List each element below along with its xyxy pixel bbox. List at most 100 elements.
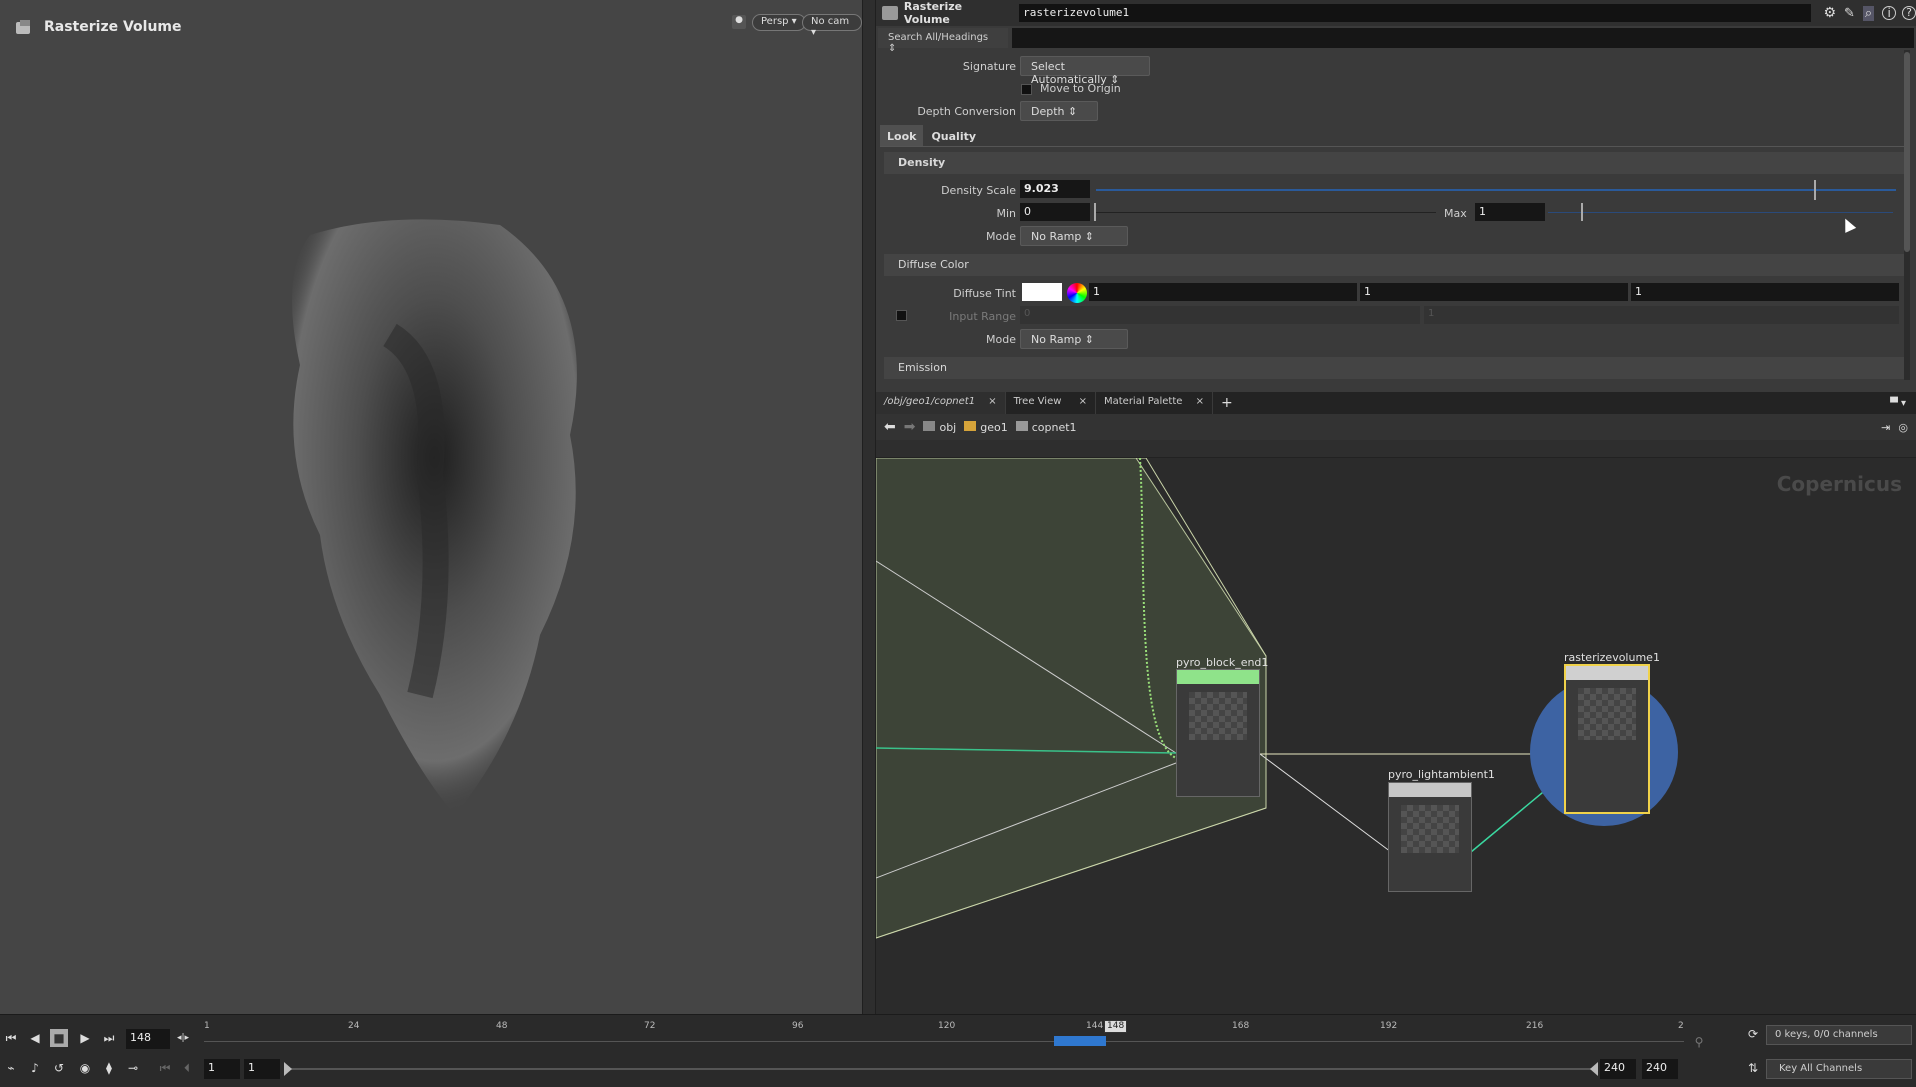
range-start-icon[interactable]: ⏮ xyxy=(156,1059,174,1077)
depth-conversion-dropdown[interactable]: Depth ⇕ xyxy=(1020,101,1098,121)
scene-viewport[interactable]: Rasterize Volume ● Persp ▾ No cam ▾ xyxy=(0,0,862,1014)
stop-icon[interactable]: ■ xyxy=(50,1029,68,1047)
key-tools-icon[interactable]: ⚲ xyxy=(1690,1033,1708,1051)
pin-icon[interactable]: ⇥ xyxy=(1881,421,1890,434)
close-icon[interactable]: × xyxy=(988,396,996,407)
diffuse-tint-b-field[interactable]: 1 xyxy=(1631,283,1899,301)
key-all-channels-button[interactable]: Key All Channels xyxy=(1766,1059,1912,1079)
pane-splitter[interactable] xyxy=(862,0,876,1014)
gear-icon[interactable]: ⚙ xyxy=(1823,5,1836,21)
tab-copnet-path[interactable]: /obj/geo1/copnet1 × xyxy=(876,392,1006,414)
add-tab-icon[interactable]: + xyxy=(1221,395,1233,411)
persp-dropdown[interactable]: Persp ▾ xyxy=(752,14,806,31)
node-rasterizevolume[interactable] xyxy=(1564,664,1650,814)
timeline-scrubber[interactable]: 1 24 48 72 96 120 144 168 192 216 2 148 xyxy=(204,1020,1684,1051)
diffuse-tint-r-field[interactable]: 1 xyxy=(1089,283,1357,301)
diffuse-tint-swatch[interactable] xyxy=(1022,283,1062,301)
color-wheel-icon[interactable] xyxy=(1067,283,1087,303)
tick-label: 72 xyxy=(644,1021,656,1031)
node-label-lightambient: pyro_lightambient1 xyxy=(1388,768,1495,781)
current-frame-field[interactable]: 148 xyxy=(126,1029,170,1049)
density-scale-field[interactable]: 9.023 xyxy=(1020,180,1090,198)
signature-dropdown[interactable]: Select Automatically ⇕ xyxy=(1020,56,1150,86)
audio-icon[interactable]: ♪ xyxy=(26,1059,44,1077)
help-icon[interactable]: ? xyxy=(1902,6,1916,20)
geo-icon xyxy=(964,420,977,431)
tab-look[interactable]: Look xyxy=(880,125,924,146)
tick-label: 24 xyxy=(348,1021,360,1031)
range-handle-start[interactable] xyxy=(284,1062,292,1076)
tab-tree-view[interactable]: Tree View × xyxy=(1006,392,1096,414)
param-scrollbar[interactable] xyxy=(1904,50,1910,380)
jump-start-icon[interactable]: ⏮ xyxy=(2,1029,20,1047)
density-scale-label: Density Scale xyxy=(941,184,1016,197)
auto-key-icon[interactable]: ⟳ xyxy=(1744,1025,1762,1043)
key-icon[interactable]: ⊸ xyxy=(124,1059,142,1077)
info-icon[interactable]: i xyxy=(1882,6,1897,20)
tick-label: 144 xyxy=(1086,1021,1104,1031)
channel-list-icon[interactable]: ⇅ xyxy=(1744,1059,1762,1077)
node-pyro-lightambient[interactable] xyxy=(1388,782,1472,892)
search-headings-dropdown[interactable]: Search All/Headings ⇕ xyxy=(878,28,1008,54)
network-editor[interactable]: Copernicus pyro_block_end1 pyro_lightamb… xyxy=(876,458,1916,1014)
network-wires xyxy=(876,458,1678,939)
range-end2-field[interactable]: 240 xyxy=(1642,1059,1678,1079)
density-mode-dropdown[interactable]: No Ramp ⇕ xyxy=(1020,226,1128,246)
node-pyro-block-end[interactable] xyxy=(1176,669,1260,797)
range-handle-end[interactable] xyxy=(1590,1062,1598,1076)
max-slider[interactable] xyxy=(1548,212,1893,213)
diffuse-tint-g-field[interactable]: 1 xyxy=(1360,283,1628,301)
brush-icon[interactable]: ✎ xyxy=(1844,6,1855,21)
search-icon[interactable]: ⌕ xyxy=(1862,5,1875,21)
viewport-title: Rasterize Volume xyxy=(14,18,182,36)
back-arrow-icon[interactable]: ⬅ xyxy=(884,419,896,435)
camera-dropdown[interactable]: No cam ▾ xyxy=(802,14,862,38)
play-reverse-icon[interactable]: ◀ xyxy=(26,1029,44,1047)
node-type-label: Rasterize Volume xyxy=(903,0,963,26)
network-toolbar xyxy=(876,440,1916,458)
close-icon[interactable]: × xyxy=(1079,396,1087,407)
network-options-icon[interactable]: ◎ xyxy=(1898,421,1908,434)
range-slider[interactable] xyxy=(286,1068,1596,1070)
max-slider-handle[interactable] xyxy=(1581,203,1583,221)
emission-section-header[interactable]: Emission xyxy=(884,357,1904,379)
tab-quality[interactable]: Quality xyxy=(923,125,984,146)
density-scale-slider-handle[interactable] xyxy=(1814,180,1816,200)
tab-material-palette[interactable]: Material Palette × xyxy=(1096,392,1213,414)
step-frame-icon[interactable]: ◂|▸ xyxy=(174,1029,192,1047)
move-to-origin-checkbox[interactable] xyxy=(1021,84,1032,95)
keys-channels-dropdown[interactable]: 0 keys, 0/0 channels xyxy=(1766,1025,1912,1045)
range-start2-field[interactable]: 1 xyxy=(244,1059,280,1079)
lock-icon[interactable]: ● xyxy=(732,15,746,29)
range-back-icon[interactable]: ⏴ xyxy=(178,1059,196,1077)
range-end-field[interactable]: 240 xyxy=(1600,1059,1636,1079)
density-section-header[interactable]: Density xyxy=(884,152,1904,174)
path-geo1[interactable]: geo1 xyxy=(964,420,1008,434)
density-scale-slider[interactable] xyxy=(1096,189,1896,191)
node-label-pyro-block-end: pyro_block_end1 xyxy=(1176,656,1269,669)
node-label-rasterize: rasterizevolume1 xyxy=(1564,651,1660,664)
loop-icon[interactable]: ↺ xyxy=(50,1059,68,1077)
path-copnet1[interactable]: copnet1 xyxy=(1015,420,1077,434)
min-field[interactable]: 0 xyxy=(1020,203,1090,221)
pane-menu-icon[interactable]: ▀ ▾ xyxy=(1890,398,1906,409)
range-start-field[interactable]: 1 xyxy=(204,1059,240,1079)
playhead-frame-label[interactable]: 148 xyxy=(1104,1020,1128,1033)
search-bar[interactable] xyxy=(1012,28,1914,48)
forward-arrow-icon[interactable]: ➡ xyxy=(904,419,916,435)
close-icon[interactable]: × xyxy=(1196,396,1204,407)
node-name-field[interactable]: rasterizevolume1 xyxy=(1019,4,1812,22)
realtime-icon[interactable]: ⌁ xyxy=(2,1059,20,1077)
tick-label: 192 xyxy=(1380,1021,1398,1031)
max-field[interactable]: 1 xyxy=(1475,203,1545,221)
play-icon[interactable]: ▶ xyxy=(76,1029,94,1047)
diffuse-mode-dropdown[interactable]: No Ramp ⇕ xyxy=(1020,329,1128,349)
jump-end-icon[interactable]: ⏭ xyxy=(100,1029,118,1047)
path-obj[interactable]: obj xyxy=(923,420,956,434)
diffuse-color-section-header[interactable]: Diffuse Color xyxy=(884,254,1904,276)
record-icon[interactable]: ◉ xyxy=(76,1059,94,1077)
min-slider[interactable] xyxy=(1096,212,1436,213)
network-tab-bar: /obj/geo1/copnet1 × Tree View × Material… xyxy=(876,392,1916,414)
min-slider-handle[interactable] xyxy=(1094,203,1096,221)
keyframe-icon[interactable]: ⧫ xyxy=(100,1059,118,1077)
